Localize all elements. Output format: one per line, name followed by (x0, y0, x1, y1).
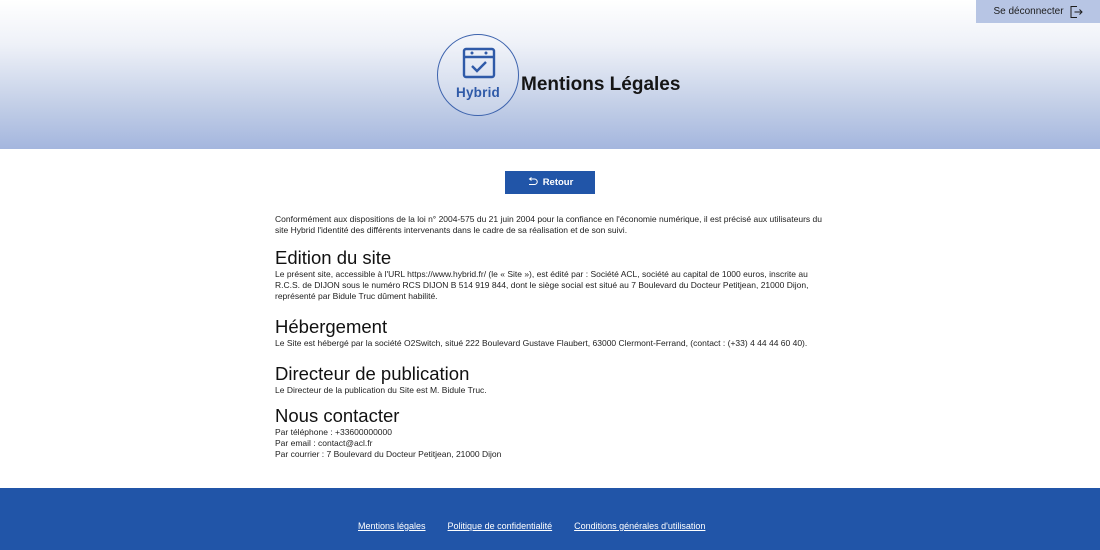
contact-mail: Par courrier : 7 Boulevard du Docteur Pe… (275, 449, 502, 459)
section-title: Hébergement (275, 316, 388, 337)
section-text: Le présent site, accessible à l'URL http… (275, 269, 809, 301)
section-text: Le Directeur de la publication du Site e… (275, 385, 487, 395)
back-button-label: Retour (542, 177, 574, 188)
footer-links: Mentions légales Politique de confidenti… (358, 521, 705, 531)
footer-link-legal[interactable]: Mentions légales (358, 521, 426, 531)
logout-icon (1069, 5, 1083, 19)
calendar-check-icon (462, 47, 496, 84)
section-text: Le Site est hébergé par la société O2Swi… (275, 338, 808, 348)
undo-arrow-icon (527, 176, 538, 189)
section-title: Nous contacter (275, 405, 400, 426)
page-title: Mentions Légales (521, 74, 681, 95)
hybrid-logo: Hybrid (437, 34, 519, 116)
header-banner: Se déconnecter Hybrid Mentions Légales (0, 0, 1100, 149)
footer-link-privacy[interactable]: Politique de confidentialité (448, 521, 553, 531)
contact-phone: Par téléphone : +33600000000 (275, 427, 392, 437)
intro-text: Conformément aux dispositions de la loi … (275, 214, 822, 235)
footer: Mentions légales Politique de confidenti… (0, 488, 1100, 550)
logout-button[interactable]: Se déconnecter (976, 0, 1100, 23)
section-contact: Nous contacter Par téléphone : +33600000… (275, 405, 827, 460)
section-edition: Edition du site Le présent site, accessi… (275, 247, 827, 302)
footer-link-terms[interactable]: Conditions générales d'utilisation (574, 521, 705, 531)
legal-content: Conformément aux dispositions de la loi … (275, 214, 827, 460)
section-hosting: Hébergement Le Site est hébergé par la s… (275, 316, 827, 349)
section-publisher: Directeur de publication Le Directeur de… (275, 363, 827, 396)
contact-email: Par email : contact@acl.fr (275, 438, 373, 448)
logout-label: Se déconnecter (993, 6, 1064, 17)
back-button[interactable]: Retour (505, 171, 595, 194)
section-title: Directeur de publication (275, 363, 470, 384)
logo-text: Hybrid (456, 85, 500, 100)
section-title: Edition du site (275, 247, 392, 268)
